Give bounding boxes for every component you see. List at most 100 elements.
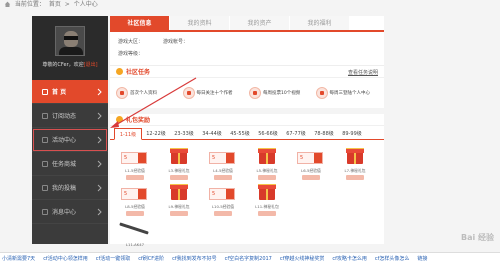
- chevron-right-icon: [97, 184, 102, 192]
- level-tab[interactable]: 56-66级: [254, 128, 282, 139]
- related-link[interactable]: cf穿越火线神秘奖赏: [280, 255, 325, 262]
- claim-button[interactable]: [170, 175, 188, 180]
- task-rules-link[interactable]: 查看任务说明: [348, 69, 378, 76]
- chevron-right-icon: [97, 160, 102, 168]
- level-tab[interactable]: 34-44级: [198, 128, 226, 139]
- claim-button[interactable]: [214, 175, 232, 180]
- gift-slot-empty: [290, 182, 332, 216]
- sidebar-item-my-posts[interactable]: 我的投稿: [32, 176, 108, 200]
- claim-button[interactable]: [126, 175, 144, 180]
- gift-item[interactable]: L3-神秘礼包: [158, 146, 200, 180]
- task-label: 每周三登陆个人中心: [329, 91, 371, 96]
- sidebar-item-label: 首 页: [52, 89, 67, 96]
- game-level-label: 游戏等级：: [118, 51, 144, 57]
- claim-button[interactable]: [170, 211, 188, 216]
- gift-icon: [116, 116, 123, 123]
- level-tab[interactable]: 45-55级: [226, 128, 254, 139]
- breadcrumb: 当前位置： 首页 > 个人中心: [0, 0, 500, 12]
- gift-item[interactable]: L11-AK47: [114, 218, 156, 252]
- related-link[interactable]: 小清新需要7天: [2, 255, 35, 262]
- claim-button[interactable]: [214, 211, 232, 216]
- gift-item[interactable]: 5 L10-5经验值: [202, 182, 244, 216]
- level-tab[interactable]: 1-11级: [114, 128, 142, 140]
- related-link[interactable]: cf刷CF进阶: [138, 255, 164, 262]
- sidebar-nav: 首 页 订阅动态 活动中心 任务商城 我的投稿 消息中心: [32, 80, 108, 224]
- task-label: 每日关注十个作者: [196, 91, 233, 96]
- level-tab[interactable]: 78-88级: [310, 128, 338, 139]
- coupon-picture: 5: [205, 146, 241, 166]
- related-link[interactable]: cf活动中心领怎样用: [43, 255, 88, 262]
- related-link[interactable]: 链接: [417, 255, 427, 262]
- sidebar-item-home[interactable]: 首 页: [32, 80, 108, 104]
- related-links-bar: 小清新需要7天 cf活动中心领怎样用 cf活动一键领取 cf刷CF进阶 cf我找…: [0, 252, 500, 264]
- watermark: Bai 经验: [460, 233, 494, 242]
- task-list: 首次个人资料 每日关注十个作者 每周投票10个视频 每周三登陆个人中心: [110, 78, 384, 108]
- avatar-body: [59, 47, 83, 55]
- sidebar: 尊敬的CFer，欢迎[退出] 首 页 订阅动态 活动中心 任务商城 我的投稿 消…: [32, 16, 108, 244]
- page: 当前位置： 首页 > 个人中心 尊敬的CFer，欢迎[退出] 首 页 订阅动态 …: [0, 0, 500, 264]
- gift-item[interactable]: L5-神秘礼包: [246, 146, 288, 180]
- post-icon: [42, 184, 48, 191]
- level-tab[interactable]: 23-33级: [170, 128, 198, 139]
- gift-caption: L11-AK47: [125, 242, 145, 247]
- coupon-icon: 5: [209, 152, 235, 164]
- sidebar-item-messages[interactable]: 消息中心: [32, 200, 108, 224]
- coupon-icon: 5: [121, 188, 147, 200]
- task-item[interactable]: 每周三登陆个人中心: [315, 87, 379, 99]
- sidebar-item-label: 我的投稿: [52, 185, 77, 192]
- tab-my-profile[interactable]: 我的资料: [170, 16, 230, 30]
- sidebar-item-label: 消息中心: [52, 209, 77, 216]
- coupon-icon: 5: [297, 152, 323, 164]
- task-label: 首次个人资料: [130, 91, 157, 96]
- chevron-right-icon: [97, 136, 102, 144]
- claim-button[interactable]: [302, 175, 320, 180]
- gift-item[interactable]: 5 L1-5经验值: [114, 146, 156, 180]
- sidebar-item-task-mall[interactable]: 任务商城: [32, 152, 108, 176]
- avatar[interactable]: [55, 26, 85, 56]
- claim-button[interactable]: [258, 211, 276, 216]
- gift-item[interactable]: L11-神秘礼包: [246, 182, 288, 216]
- breadcrumb-home-link[interactable]: 首页: [49, 1, 61, 8]
- game-region-label: 游戏大区：: [118, 39, 144, 45]
- claim-button[interactable]: [126, 211, 144, 216]
- sidebar-item-subscriptions[interactable]: 订阅动态: [32, 104, 108, 128]
- gift-slot-empty: [334, 182, 376, 216]
- gift-item[interactable]: L7-神秘礼包: [334, 146, 376, 180]
- related-link[interactable]: cf空白名字复制2017: [225, 255, 272, 262]
- gift-picture: [161, 182, 197, 202]
- level-tab[interactable]: 12-22级: [142, 128, 170, 139]
- gift-item[interactable]: 5 L4-5经验值: [202, 146, 244, 180]
- task-item[interactable]: 首次个人资料: [116, 87, 179, 99]
- gift-item[interactable]: 5 L6-5经验值: [290, 146, 332, 180]
- login-task-icon: [315, 87, 328, 99]
- sidebar-item-activity-center[interactable]: 活动中心: [32, 128, 108, 152]
- level-tab[interactable]: 67-77级: [282, 128, 310, 139]
- message-icon: [42, 208, 48, 215]
- breadcrumb-separator: >: [64, 1, 70, 8]
- task-item[interactable]: 每周投票10个视频: [249, 87, 312, 99]
- logout-link[interactable]: [退出]: [84, 62, 98, 68]
- claim-button[interactable]: [346, 175, 364, 180]
- subscribe-icon: [42, 112, 48, 119]
- related-link[interactable]: cf活动一键领取: [96, 255, 131, 262]
- gift-picture: [249, 146, 285, 166]
- gift-item[interactable]: L9-神秘礼包: [158, 182, 200, 216]
- gift-box-icon: [170, 148, 188, 164]
- gift-rewards: 礼包奖励 1-11级 12-22级 23-33级 34-44级 45-55级 5…: [110, 108, 384, 252]
- gift-item[interactable]: 5 L8-5经验值: [114, 182, 156, 216]
- activity-icon: [42, 136, 48, 143]
- related-link[interactable]: cf怎样头像怎么: [375, 255, 410, 262]
- tab-my-assets[interactable]: 我的资产: [230, 16, 290, 30]
- related-link[interactable]: cf我找到发布不好号: [172, 255, 217, 262]
- weapon-picture: [117, 218, 153, 240]
- tab-community-info[interactable]: 社区信息: [110, 16, 170, 30]
- user-profile: 尊敬的CFer，欢迎[退出]: [32, 16, 108, 80]
- related-link[interactable]: cf攻略卡怎么用: [332, 255, 367, 262]
- level-tab[interactable]: 89-99级: [338, 128, 366, 139]
- tab-my-benefits[interactable]: 我的福利: [290, 16, 350, 30]
- task-item[interactable]: 每日关注十个作者: [182, 87, 246, 99]
- claim-button[interactable]: [258, 175, 276, 180]
- gift-box-icon: [258, 184, 276, 200]
- gift-picture: [161, 146, 197, 166]
- home-icon: [4, 1, 11, 7]
